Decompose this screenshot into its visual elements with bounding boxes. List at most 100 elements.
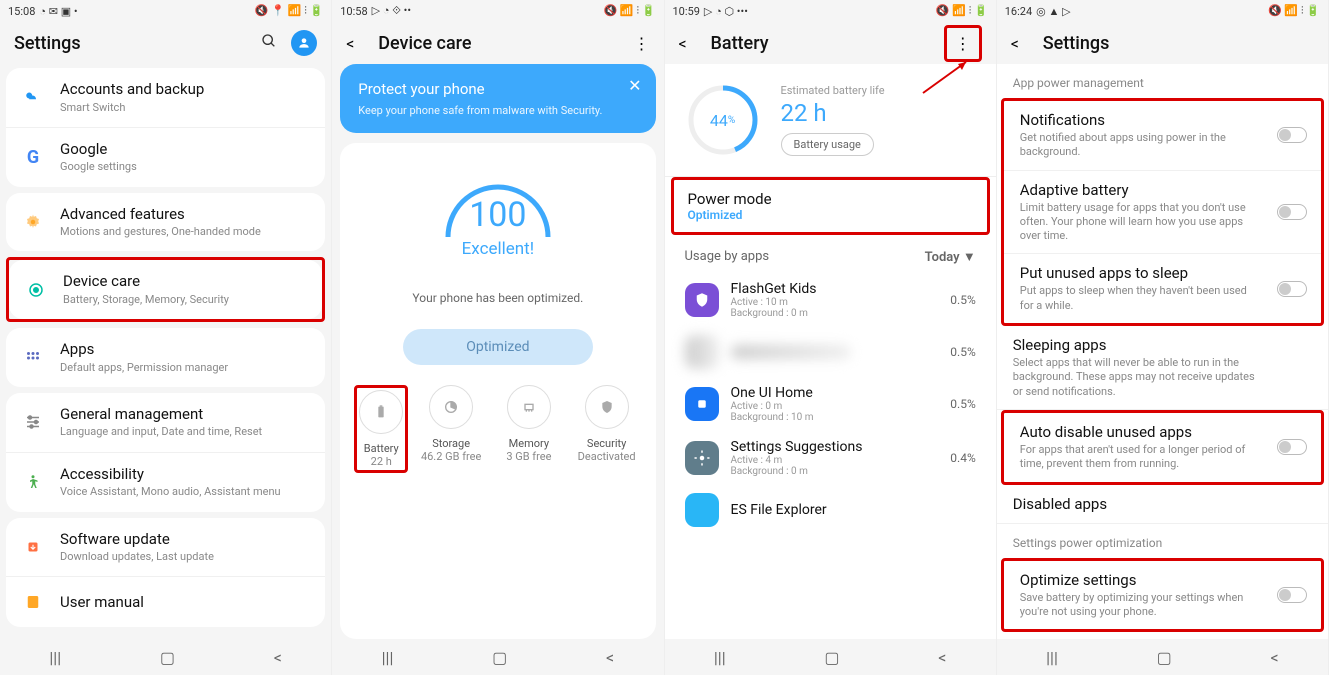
- power-mode-title: Power mode: [688, 190, 973, 208]
- tile-label: Security: [587, 437, 626, 450]
- row-notifications[interactable]: Notifications Get notified about apps us…: [1004, 101, 1321, 171]
- home-button[interactable]: ▢: [160, 648, 175, 667]
- item-title: Accessibility: [60, 465, 311, 485]
- recents-button[interactable]: |||: [714, 648, 726, 667]
- optimize-button[interactable]: Optimized: [403, 329, 593, 365]
- toggle[interactable]: [1277, 439, 1307, 455]
- recents-button[interactable]: |||: [49, 648, 61, 667]
- tile-label: Battery: [364, 442, 399, 455]
- banner-sub: Keep your phone safe from malware with S…: [358, 104, 637, 117]
- back-button[interactable]: <: [938, 648, 946, 667]
- power-mode-value: Optimized: [688, 208, 973, 222]
- row-auto-disable[interactable]: Auto disable unused apps For apps that a…: [1004, 413, 1321, 482]
- app-pct: 0.5%: [950, 397, 975, 411]
- item-sub: Smart Switch: [60, 101, 311, 115]
- back-icon[interactable]: <: [679, 34, 697, 53]
- page-title: Device care: [378, 33, 633, 54]
- app-row-hidden[interactable]: 0.5%: [665, 327, 996, 377]
- app-icon: [685, 493, 719, 527]
- app-pct: 0.4%: [950, 451, 975, 465]
- item-google[interactable]: G GoogleGoogle settings: [6, 128, 325, 187]
- recents-button[interactable]: |||: [1046, 648, 1058, 667]
- app-row-flashget[interactable]: FlashGet KidsActive : 10 mBackground : 0…: [665, 273, 996, 327]
- toggle[interactable]: [1277, 281, 1307, 297]
- today-dropdown[interactable]: Today ▼: [925, 249, 976, 265]
- item-user-manual[interactable]: User manual: [6, 577, 325, 627]
- item-title: Google: [60, 140, 311, 160]
- battery-life: 22 h: [781, 99, 885, 127]
- item-apps[interactable]: AppsDefault apps, Permission manager: [6, 328, 325, 387]
- item-advanced-features[interactable]: Advanced featuresMotions and gestures, O…: [6, 193, 325, 252]
- item-title: Device care: [63, 272, 308, 292]
- estimated-label: Estimated battery life: [781, 84, 885, 97]
- settings-list: Accounts and backupSmart Switch G Google…: [0, 64, 331, 639]
- tile-battery[interactable]: Battery 22 h: [359, 390, 403, 468]
- notif-icons: ▷ ◔ ⬡ •••: [704, 5, 748, 18]
- row-sleeping-apps[interactable]: Sleeping apps Select apps that will neve…: [997, 326, 1328, 410]
- app-row-settings-suggestions[interactable]: Settings SuggestionsActive : 4 mBackgrou…: [665, 431, 996, 485]
- back-button[interactable]: <: [606, 648, 614, 667]
- navbar: ||| ▢ <: [0, 639, 331, 675]
- statusbar: 10:58 ▷ ◔ ⟐ •• 🔇 📶 ⫶ 🔋: [332, 0, 663, 22]
- tile-storage[interactable]: Storage 46.2 GB free: [416, 385, 486, 473]
- power-mode-row[interactable]: Power mode Optimized: [671, 177, 990, 235]
- more-icon[interactable]: ⋮: [634, 34, 650, 53]
- battery-ring: 44%: [685, 82, 761, 158]
- care-main-card: 100 Excellent! Your phone has been optim…: [340, 143, 655, 639]
- item-accounts-backup[interactable]: Accounts and backupSmart Switch: [6, 68, 325, 128]
- accessibility-icon: [20, 469, 46, 495]
- book-icon: [20, 589, 46, 615]
- search-icon[interactable]: [261, 33, 277, 53]
- item-device-care[interactable]: Device careBattery, Storage, Memory, Sec…: [9, 260, 322, 319]
- app-row-esfile[interactable]: ES File Explorer: [665, 485, 996, 535]
- more-icon[interactable]: ⋮: [944, 25, 982, 62]
- item-software-update[interactable]: Software updateDownload updates, Last up…: [6, 518, 325, 578]
- row-title: Notifications: [1020, 111, 1305, 129]
- statusbar: 15:08 ◔ ✉ ▣ • 🔇 📍 📶 ⫶ 🔋: [0, 0, 331, 22]
- back-icon[interactable]: <: [1011, 34, 1029, 53]
- section-settings-opt: Settings power optimization: [997, 524, 1328, 558]
- tile-security[interactable]: Security Deactivated: [572, 385, 642, 473]
- avatar[interactable]: [291, 30, 317, 56]
- toggle[interactable]: [1277, 587, 1307, 603]
- row-sub: Limit battery usage for apps that you do…: [1020, 201, 1305, 244]
- home-button[interactable]: ▢: [1157, 648, 1172, 667]
- item-general-management[interactable]: General managementLanguage and input, Da…: [6, 393, 325, 453]
- battery-pct: 44%: [685, 82, 761, 158]
- status-icons: 🔇 📶 ⫶ 🔋: [603, 4, 655, 18]
- back-button[interactable]: <: [274, 648, 282, 667]
- item-accessibility[interactable]: AccessibilityVoice Assistant, Mono audio…: [6, 453, 325, 512]
- tile-value: 3 GB free: [506, 450, 551, 463]
- battery-icon: [359, 390, 403, 434]
- home-button[interactable]: ▢: [824, 648, 839, 667]
- battery-usage-button[interactable]: Battery usage: [781, 133, 874, 156]
- back-icon[interactable]: <: [346, 34, 364, 53]
- toggle[interactable]: [1277, 127, 1307, 143]
- item-sub: Motions and gestures, One-handed mode: [60, 225, 311, 239]
- close-icon[interactable]: ✕: [628, 76, 641, 95]
- update-icon: [20, 534, 46, 560]
- toggle[interactable]: [1277, 204, 1307, 220]
- sliders-icon: [20, 409, 46, 435]
- app-row-oneui[interactable]: One UI HomeActive : 0 mBackground : 10 m…: [665, 377, 996, 431]
- row-disabled-apps[interactable]: Disabled apps: [997, 485, 1328, 524]
- row-sub: Select apps that will never be able to r…: [1013, 356, 1312, 399]
- row-optimize-settings[interactable]: Optimize settings Save battery by optimi…: [1004, 561, 1321, 630]
- back-button[interactable]: <: [1270, 648, 1278, 667]
- item-sub: Download updates, Last update: [60, 550, 311, 564]
- item-sub: Default apps, Permission manager: [60, 361, 311, 375]
- home-button[interactable]: ▢: [492, 648, 507, 667]
- tile-label: Storage: [432, 437, 470, 450]
- settings-power-screen: 16:24 ◎ ▲ ▷ 🔇 📶 ⫶ 🔋 < Settings App power…: [997, 0, 1329, 675]
- status-icons: 🔇 📶 ⫶ 🔋: [936, 4, 988, 18]
- recents-button[interactable]: |||: [382, 648, 394, 667]
- row-put-unused-sleep[interactable]: Put unused apps to sleep Put apps to sle…: [1004, 254, 1321, 323]
- tile-memory[interactable]: Memory 3 GB free: [494, 385, 564, 473]
- security-banner[interactable]: Protect your phone Keep your phone safe …: [340, 64, 655, 133]
- row-sub: Get notified about apps using power in t…: [1020, 131, 1305, 160]
- app-pct: 0.5%: [950, 293, 975, 307]
- row-adaptive-battery[interactable]: Adaptive battery Limit battery usage for…: [1004, 171, 1321, 255]
- item-title: Advanced features: [60, 205, 311, 225]
- device-care-content: Protect your phone Keep your phone safe …: [332, 64, 663, 639]
- row-title: Auto disable unused apps: [1020, 423, 1305, 441]
